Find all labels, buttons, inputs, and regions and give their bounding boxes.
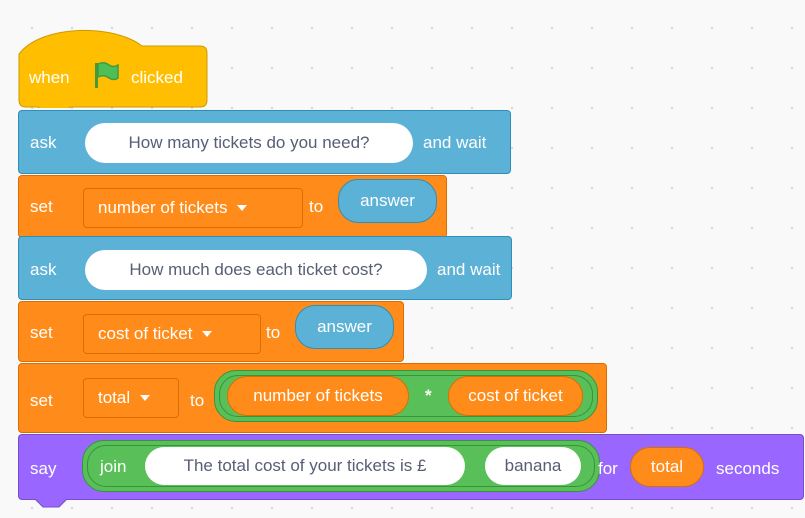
multiply-symbol: * (425, 386, 432, 405)
say-for-seconds-block[interactable]: say join The total cost of your tickets … (18, 434, 804, 500)
cost-of-ticket-reporter[interactable]: cost of ticket (448, 376, 583, 416)
dropdown-caret-icon (202, 331, 213, 337)
question-input[interactable]: How much does each ticket cost? (85, 250, 427, 290)
variable-dropdown[interactable]: number of tickets (83, 188, 303, 228)
total-reporter[interactable]: total (630, 447, 704, 487)
green-flag-icon (95, 61, 119, 88)
join-text-input-2[interactable]: banana (485, 447, 581, 485)
ask-block-1[interactable]: ask How many tickets do you need? and wa… (18, 110, 511, 174)
answer-reporter[interactable]: answer (338, 179, 437, 223)
clicked-label: clicked (131, 68, 183, 87)
set-keyword: set (30, 197, 53, 216)
multiply-operator[interactable]: number of tickets * cost of ticket (214, 370, 598, 422)
ask-keyword: ask (30, 133, 57, 152)
for-label: for (598, 459, 618, 478)
and-wait-label: and wait (437, 260, 501, 279)
to-label: to (309, 197, 324, 216)
to-label: to (190, 391, 205, 410)
say-keyword: say (30, 459, 57, 478)
number-of-tickets-reporter[interactable]: number of tickets (227, 376, 409, 416)
join-text-input-1[interactable]: The total cost of your tickets is £ (145, 447, 465, 485)
dropdown-caret-icon (140, 395, 151, 401)
variable-name: cost of ticket (98, 324, 193, 343)
set-variable-block-1[interactable]: set number of tickets to answer (18, 175, 447, 238)
when-flag-clicked-block[interactable]: when clicked (18, 22, 208, 108)
dropdown-caret-icon (237, 205, 248, 211)
answer-reporter[interactable]: answer (295, 305, 394, 349)
when-label: when (29, 68, 70, 87)
set-keyword: set (30, 391, 53, 410)
seconds-label: seconds (716, 459, 780, 478)
and-wait-label: and wait (423, 133, 487, 152)
variable-name: total (98, 388, 131, 407)
variable-dropdown[interactable]: cost of ticket (83, 314, 261, 354)
variable-name: number of tickets (98, 198, 228, 217)
ask-block-2[interactable]: ask How much does each ticket cost? and … (18, 236, 512, 300)
set-variable-block-2[interactable]: set cost of ticket to answer (18, 301, 404, 362)
ask-keyword: ask (30, 260, 57, 279)
join-keyword: join (100, 457, 127, 476)
say-block-notch (35, 498, 68, 508)
set-variable-block-3[interactable]: set total to number of tickets * cost of… (18, 363, 607, 433)
to-label: to (266, 323, 281, 342)
join-operator[interactable]: join The total cost of your tickets is £… (82, 440, 600, 492)
set-keyword: set (30, 323, 53, 342)
question-input[interactable]: How many tickets do you need? (85, 123, 413, 163)
variable-dropdown[interactable]: total (83, 378, 179, 418)
